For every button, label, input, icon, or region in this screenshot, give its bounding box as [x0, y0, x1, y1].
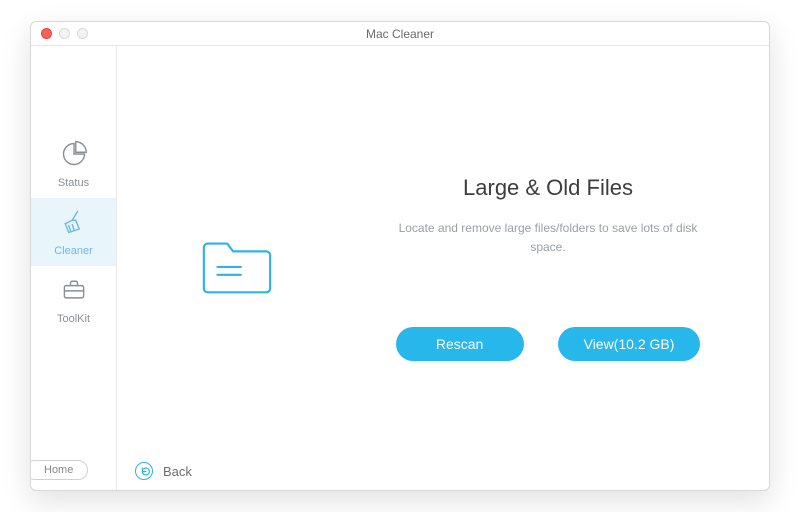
maximize-icon[interactable] [77, 28, 88, 39]
briefcase-icon [60, 276, 88, 307]
view-label: View(10.2 GB) [584, 336, 675, 352]
sidebar: Status Cleaner [31, 46, 117, 490]
window-title: Mac Cleaner [31, 27, 769, 41]
back-button[interactable]: Back [135, 462, 192, 480]
home-button[interactable]: Home [30, 460, 88, 480]
close-icon[interactable] [41, 28, 52, 39]
illustration-area [117, 231, 357, 306]
rescan-label: Rescan [436, 336, 483, 352]
view-button[interactable]: View(10.2 GB) [558, 327, 701, 361]
broom-icon [60, 208, 88, 239]
sidebar-item-label: ToolKit [57, 313, 90, 325]
folder-icon [198, 231, 276, 306]
detail-area: Large & Old Files Locate and remove larg… [357, 175, 769, 361]
sidebar-item-label: Status [58, 177, 89, 189]
sidebar-item-cleaner[interactable]: Cleaner [31, 198, 116, 266]
content-area: Status Cleaner [31, 46, 769, 490]
back-label: Back [163, 464, 192, 479]
pie-chart-icon [60, 140, 88, 171]
rescan-button[interactable]: Rescan [396, 327, 524, 361]
sidebar-item-toolkit[interactable]: ToolKit [31, 266, 116, 334]
minimize-icon[interactable] [59, 28, 70, 39]
panel-heading: Large & Old Files [463, 175, 633, 201]
window-controls [41, 28, 88, 39]
panel-description: Locate and remove large files/folders to… [398, 219, 698, 257]
sidebar-item-label: Cleaner [54, 245, 93, 257]
main-panel: Large & Old Files Locate and remove larg… [117, 46, 769, 490]
sidebar-item-status[interactable]: Status [31, 130, 116, 198]
home-label: Home [44, 464, 73, 476]
titlebar: Mac Cleaner [31, 22, 769, 46]
feature-panel: Large & Old Files Locate and remove larg… [117, 46, 769, 490]
app-window: Mac Cleaner Status [30, 21, 770, 491]
back-arrow-icon [135, 462, 153, 480]
button-row: Rescan View(10.2 GB) [396, 327, 701, 361]
